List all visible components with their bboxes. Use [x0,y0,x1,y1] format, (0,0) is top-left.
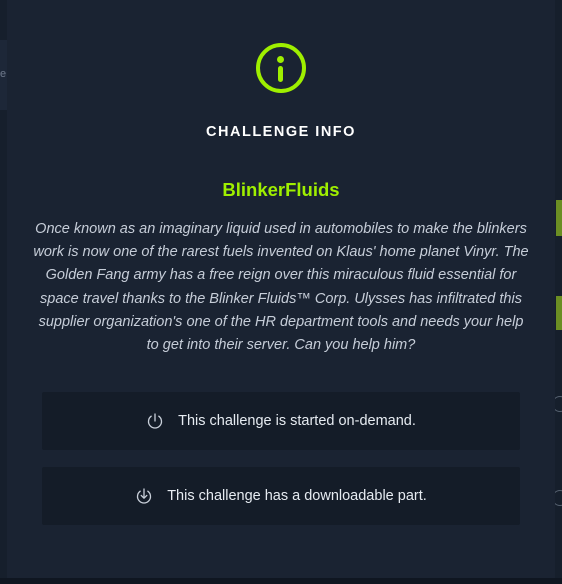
on-demand-info-text: This challenge is started on-demand. [178,413,416,429]
background-accent-1 [556,200,562,236]
bottom-edge [0,578,562,584]
info-circle-icon [256,43,306,93]
on-demand-info-box: This challenge is started on-demand. [42,392,520,450]
power-icon [146,412,164,430]
downloadable-info-box: This challenge has a downloadable part. [42,467,520,525]
downloadable-info-text: This challenge has a downloadable part. [167,488,427,504]
challenge-info-modal: CHALLENGE INFO BlinkerFluids Once known … [7,0,555,578]
background-accent-2 [556,296,562,330]
download-icon [135,487,153,505]
background-text-fragment: e [0,68,7,80]
challenge-name: BlinkerFluids [222,179,340,200]
challenge-description: Once known as an imaginary liquid used i… [33,221,529,354]
modal-title: CHALLENGE INFO [206,124,356,140]
